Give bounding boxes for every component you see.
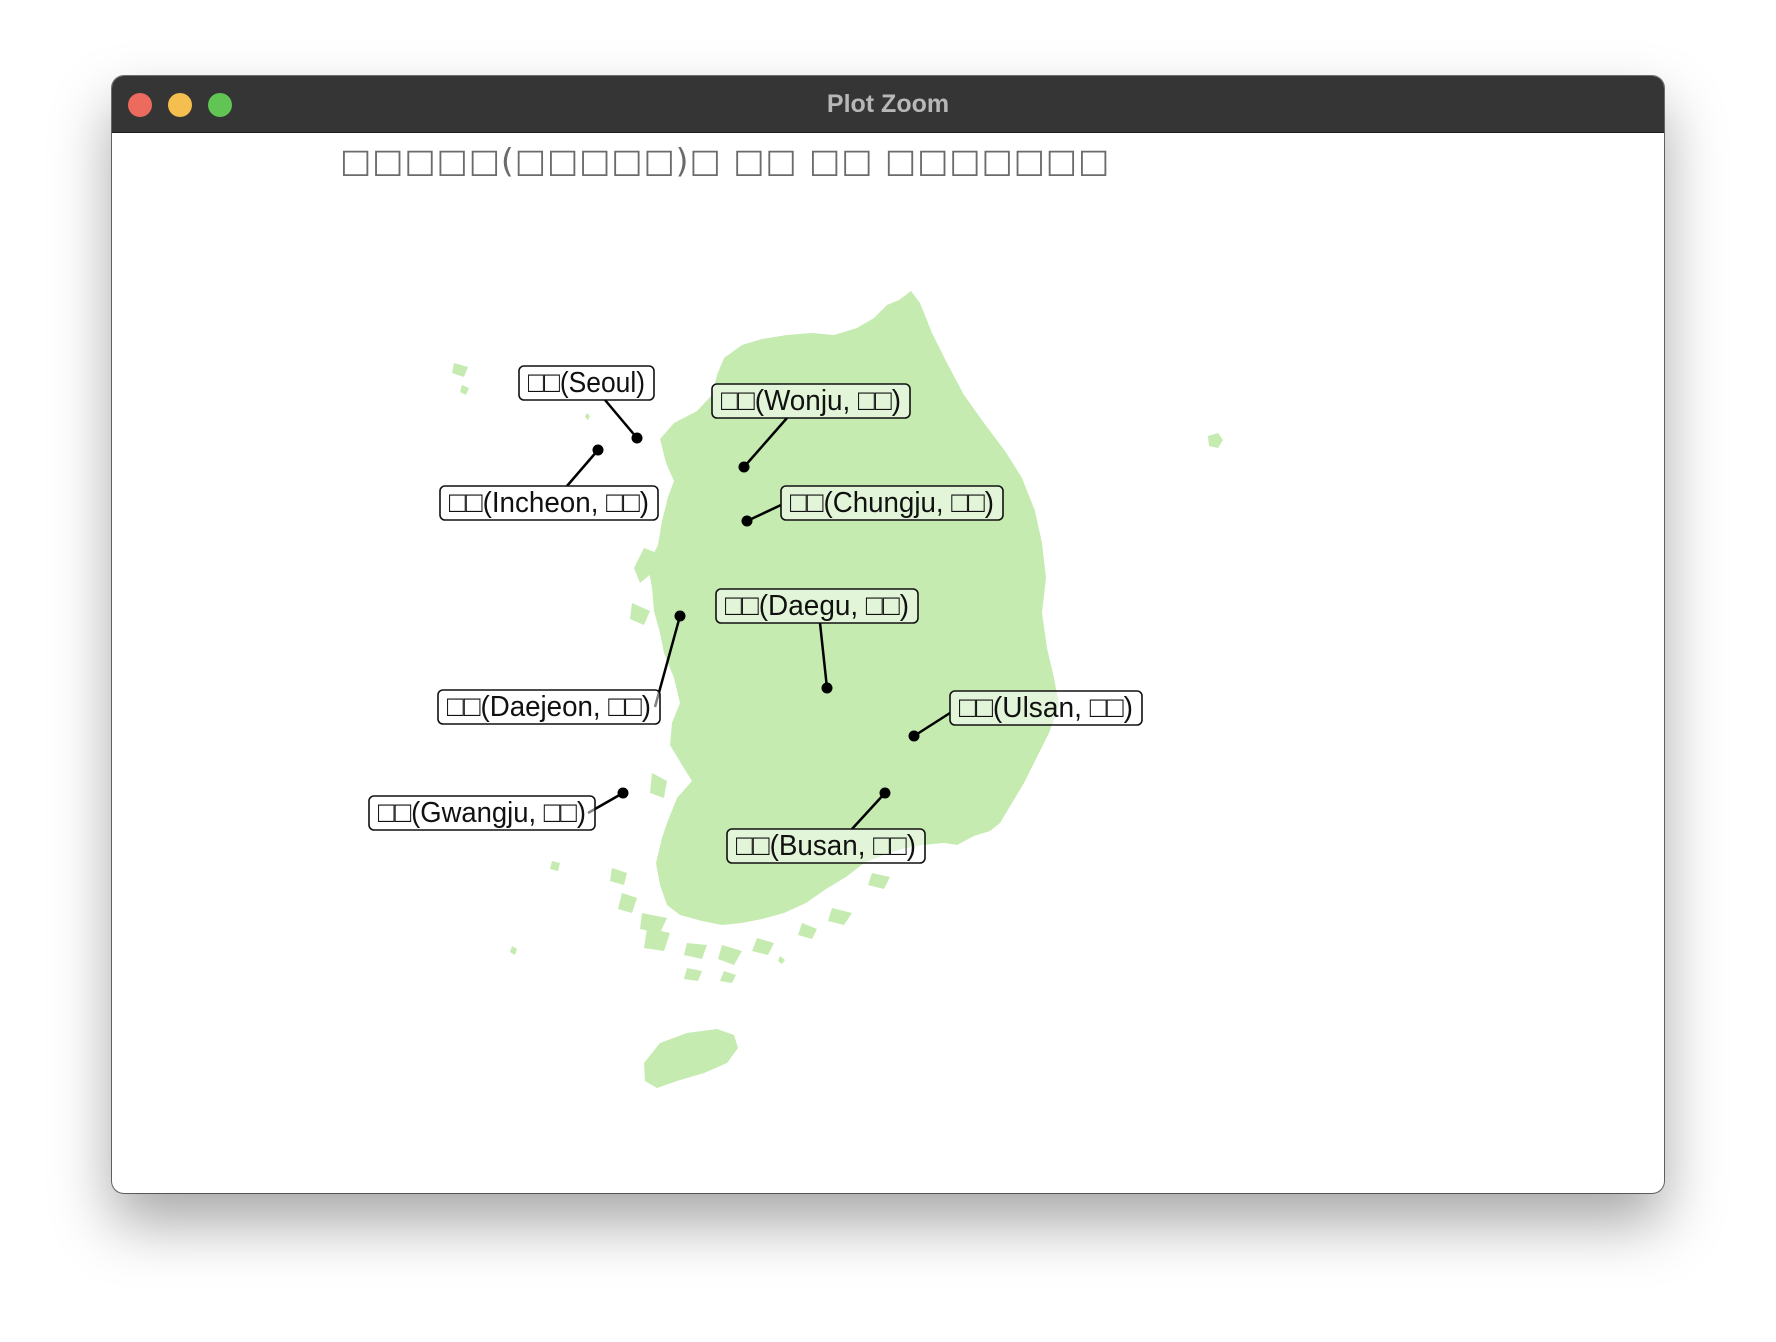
city-marker-daejeon — [674, 610, 686, 622]
label-text-ulsan: □□(Ulsan, □□) — [959, 692, 1133, 724]
city-marker-incheon — [592, 444, 604, 456]
city-label-ulsan: □□(Ulsan, □□) — [949, 690, 1143, 726]
label-text-wonju: □□(Wonju, □□) — [721, 385, 901, 417]
city-marker-daegu — [821, 682, 833, 694]
city-marker-chungju — [741, 515, 753, 527]
city-label-daejeon: □□(Daejeon, □□) — [437, 689, 661, 725]
label-text-seoul: □□(Seoul) — [528, 367, 645, 399]
label-text-chungju: □□(Chungju, □□) — [790, 487, 994, 519]
city-marker-busan — [879, 787, 891, 799]
ulleungdo-island — [1208, 433, 1223, 448]
jeju-island — [644, 1029, 738, 1088]
title-bar[interactable]: Plot Zoom — [112, 76, 1664, 133]
city-label-wonju: □□(Wonju, □□) — [711, 383, 911, 419]
label-text-daegu: □□(Daegu, □□) — [725, 590, 909, 622]
label-text-incheon: □□(Incheon, □□) — [449, 487, 649, 519]
city-label-busan: □□(Busan, □□) — [726, 828, 926, 864]
leader-line-incheon — [566, 449, 599, 487]
city-marker-ulsan — [908, 730, 920, 742]
plot-zoom-window: Plot Zoom □□(Seoul) □□(Wonju, □□) □□(Inche… — [112, 76, 1664, 1193]
plot-area: □□(Seoul) □□(Wonju, □□) □□(Incheon, □□) □□(… — [112, 133, 1664, 1193]
city-label-chungju: □□(Chungju, □□) — [780, 485, 1004, 521]
plot-title: □□□□□(□□□□□)□ □□ □□ □□□□□□□ — [340, 141, 1111, 180]
window-title: Plot Zoom — [826, 90, 950, 118]
city-label-seoul: □□(Seoul) — [518, 365, 655, 401]
korea-map: □□(Seoul) □□(Wonju, □□) □□(Incheon, □□) □□(… — [368, 291, 1223, 1088]
label-text-gwangju: □□(Gwangju, □□) — [378, 797, 586, 829]
label-text-daejeon: □□(Daejeon, □□) — [447, 691, 651, 723]
leader-line-seoul — [604, 399, 638, 439]
city-marker-gwangju — [617, 787, 629, 799]
city-marker-seoul — [631, 432, 643, 444]
label-text-busan: □□(Busan, □□) — [736, 830, 916, 862]
city-label-gwangju: □□(Gwangju, □□) — [368, 795, 596, 831]
city-label-incheon: □□(Incheon, □□) — [439, 485, 659, 521]
city-label-daegu: □□(Daegu, □□) — [715, 588, 919, 624]
city-marker-wonju — [738, 461, 750, 473]
